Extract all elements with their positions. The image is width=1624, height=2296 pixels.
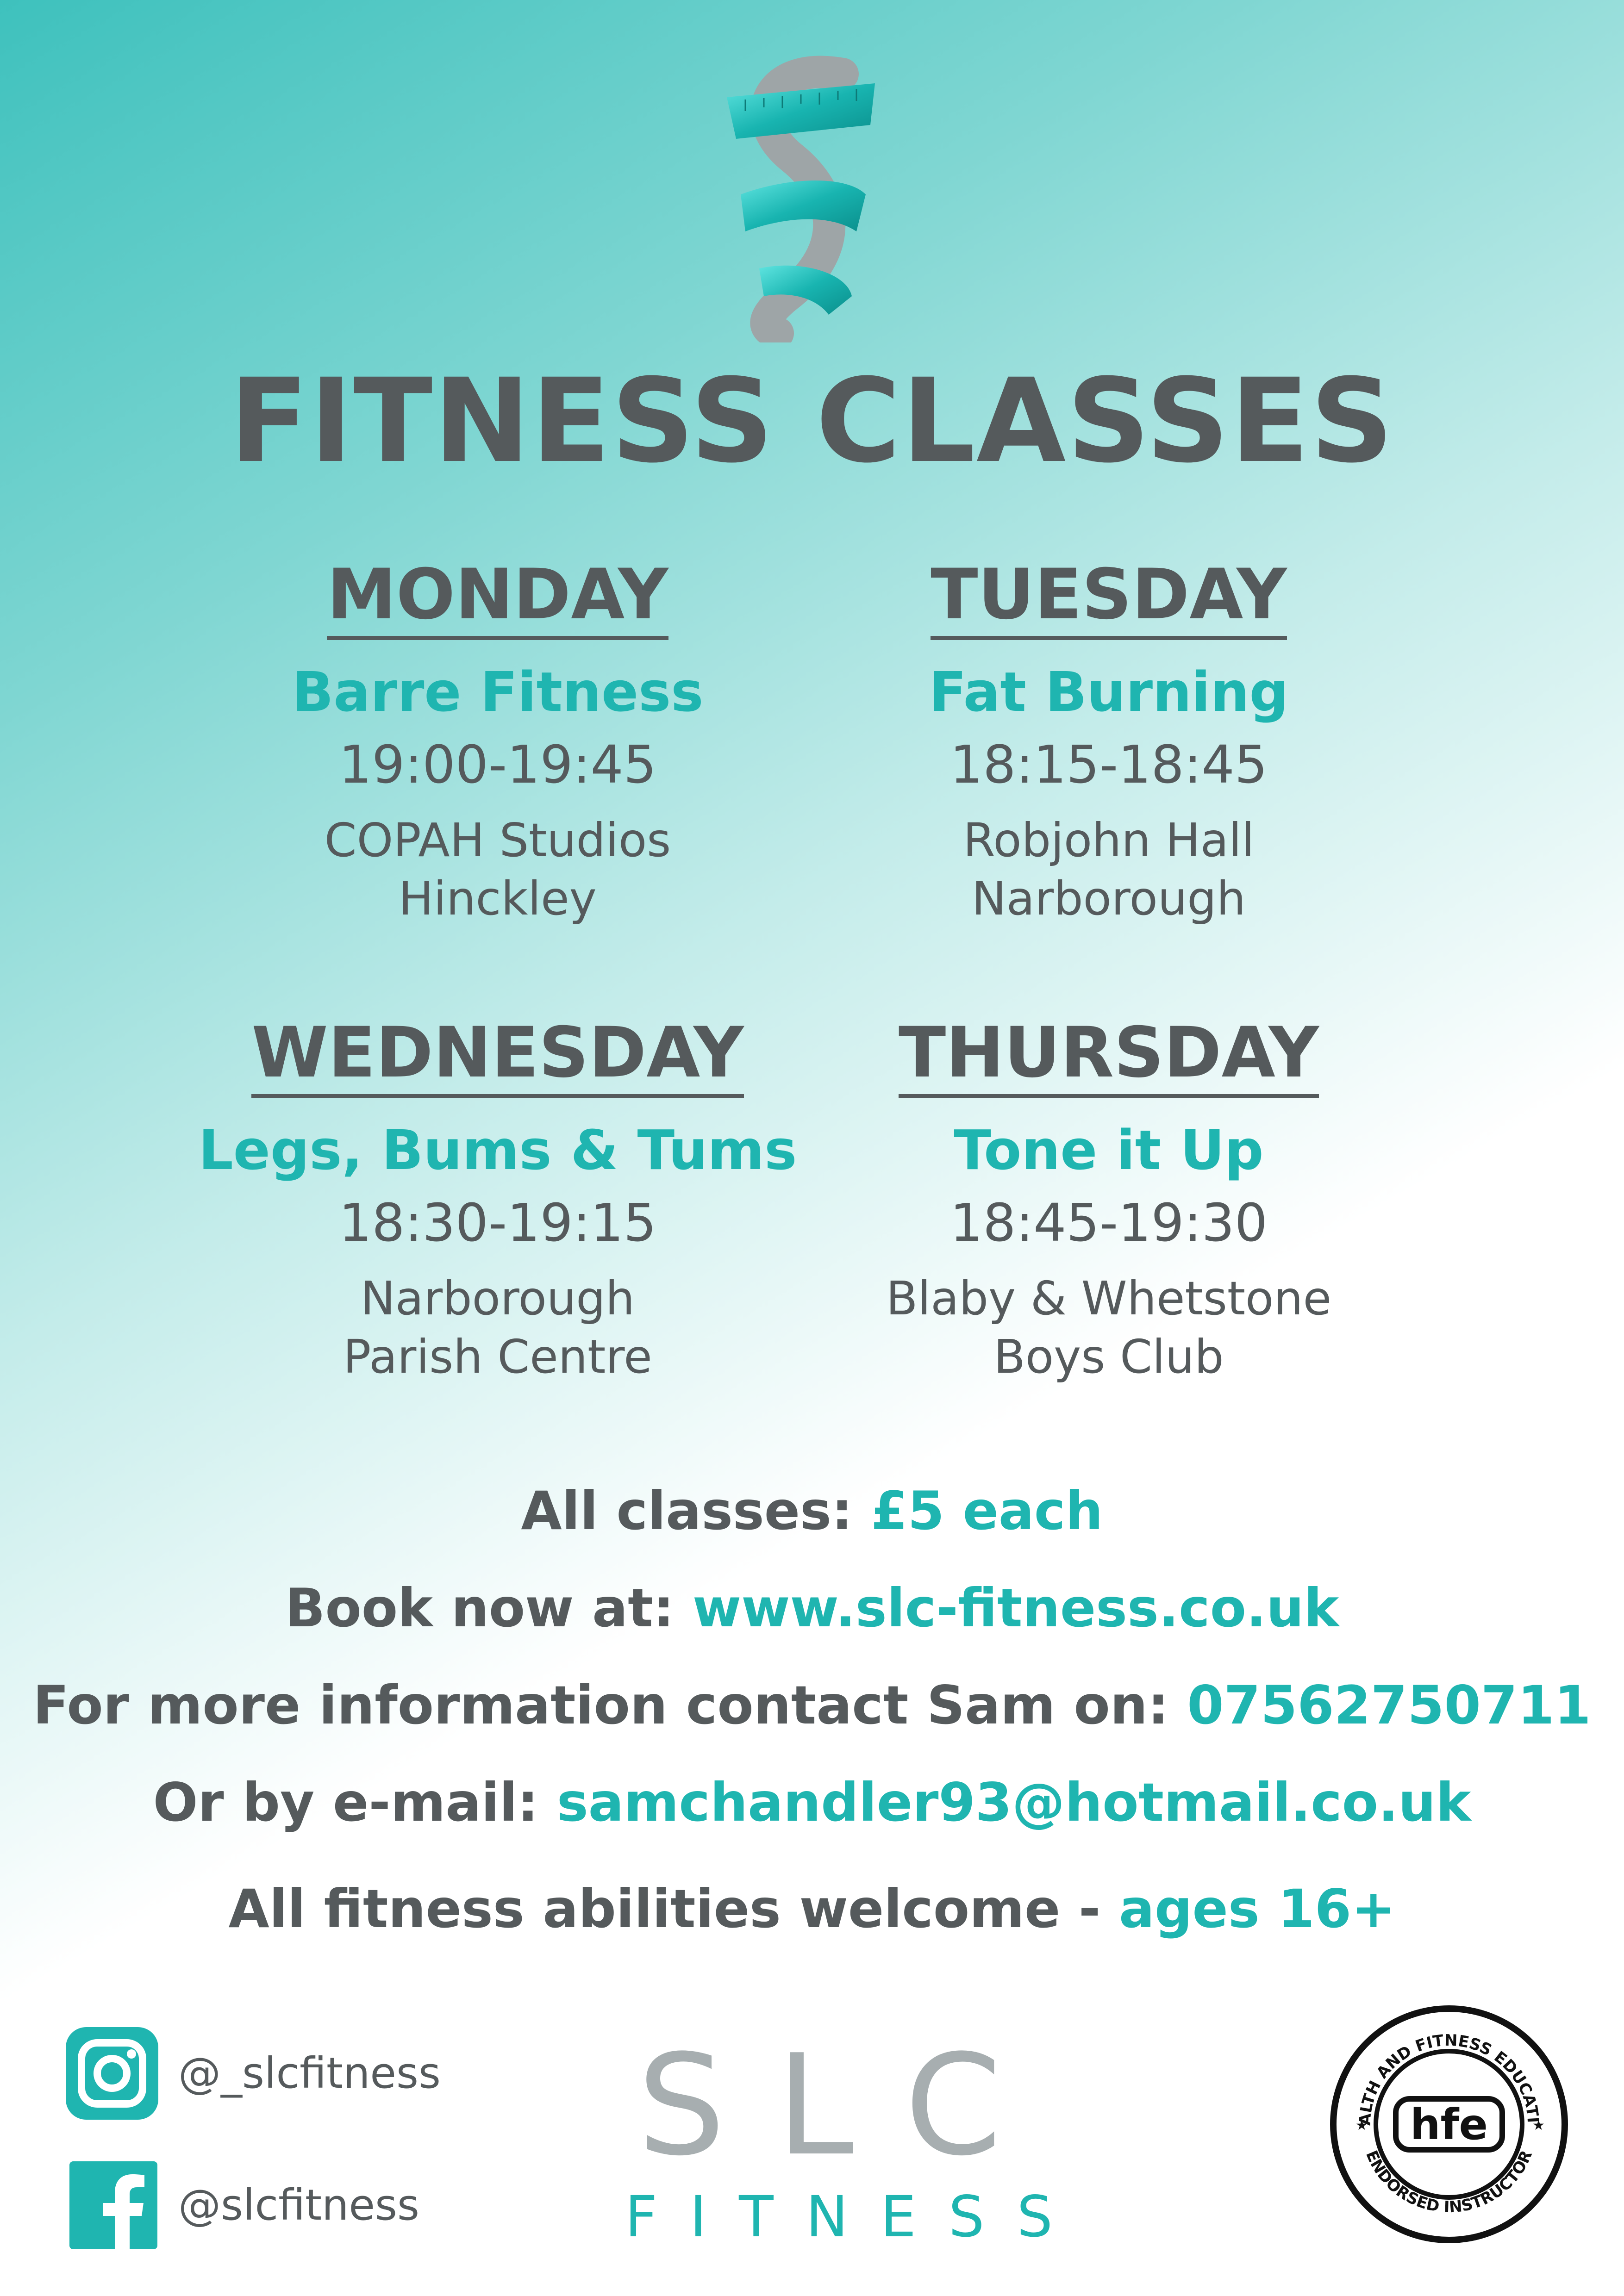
venue-line-2: Parish Centre — [343, 1330, 652, 1384]
venue-line-1: Robjohn Hall — [963, 813, 1255, 867]
facebook-handle[interactable]: @slcfitness — [178, 2180, 419, 2231]
badge-mark: hfe — [1410, 2100, 1488, 2149]
contact-line: For more information contact Sam on: 075… — [0, 1673, 1624, 1738]
venue-line-2: Hinckley — [399, 871, 597, 926]
price-line: All classes: £5 each — [0, 1479, 1624, 1543]
facebook-icon[interactable] — [69, 2161, 157, 2249]
age-requirement: ages 16+ — [1118, 1878, 1396, 1940]
day-heading: WEDNESDAY — [251, 1014, 744, 1098]
svg-text:★: ★ — [1532, 2117, 1545, 2134]
class-time: 19:00-19:45 — [339, 735, 656, 795]
contact-phone[interactable]: 07562750711 — [1187, 1674, 1591, 1736]
instagram-icon[interactable] — [66, 2027, 158, 2120]
hfe-badge: HEALTH AND FITNESS EDUCATION ENDORSED IN… — [1329, 2004, 1568, 2243]
venue-line-1: Blaby & Whetstone — [886, 1271, 1332, 1325]
booking-label: Book now at: — [285, 1577, 675, 1639]
page-title: FITNESS CLASSES — [229, 354, 1395, 488]
day-heading: THURSDAY — [898, 1014, 1319, 1098]
brand-name: SLC — [637, 2025, 1053, 2186]
day-heading: TUESDAY — [931, 555, 1287, 640]
class-name: Fat Burning — [929, 660, 1288, 724]
class-name: Barre Fitness — [292, 660, 704, 724]
measuring-tape-s-logo — [727, 56, 875, 342]
class-time: 18:30-19:15 — [339, 1193, 656, 1253]
email-label: Or by e-mail: — [153, 1772, 539, 1833]
class-card-monday: MONDAY Barre Fitness 19:00-19:45 COPAH S… — [192, 555, 803, 928]
class-card-tuesday: TUESDAY Fat Burning 18:15-18:45 Robjohn … — [803, 555, 1414, 928]
booking-line: Book now at: www.slc-fitness.co.uk — [0, 1576, 1624, 1641]
email-link[interactable]: samchandler93@hotmail.co.uk — [557, 1772, 1471, 1833]
class-name: Tone it Up — [954, 1118, 1264, 1182]
class-name: Legs, Bums & Tums — [198, 1118, 797, 1182]
email-line: Or by e-mail: samchandler93@hotmail.co.u… — [0, 1770, 1624, 1835]
price-value: £5 each — [871, 1480, 1103, 1542]
day-heading: MONDAY — [327, 555, 668, 640]
class-card-thursday: THURSDAY Tone it Up 18:45-19:30 Blaby & … — [803, 1014, 1414, 1386]
brand-logo: SLC FITNESS — [625, 2025, 1085, 2250]
class-card-wednesday: WEDNESDAY Legs, Bums & Tums 18:30-19:15 … — [192, 1014, 803, 1386]
price-label: All classes: — [521, 1480, 853, 1542]
class-time: 18:45-19:30 — [950, 1193, 1268, 1253]
venue-line-1: COPAH Studios — [324, 813, 671, 867]
welcome-label: All fitness abilities welcome - — [228, 1878, 1101, 1940]
venue-line-1: Narborough — [360, 1271, 635, 1325]
instagram-handle[interactable]: @_slcfitness — [178, 2048, 441, 2099]
brand-subtitle: FITNESS — [625, 2184, 1085, 2250]
venue-line-2: Narborough — [971, 871, 1246, 926]
venue-line-2: Boys Club — [993, 1330, 1224, 1384]
class-time: 18:15-18:45 — [950, 735, 1268, 795]
booking-website-link[interactable]: www.slc-fitness.co.uk — [693, 1577, 1339, 1639]
welcome-line: All fitness abilities welcome - ages 16+ — [0, 1877, 1624, 1941]
contact-label: For more information contact Sam on: — [33, 1674, 1169, 1736]
svg-text:★: ★ — [1355, 2117, 1368, 2134]
